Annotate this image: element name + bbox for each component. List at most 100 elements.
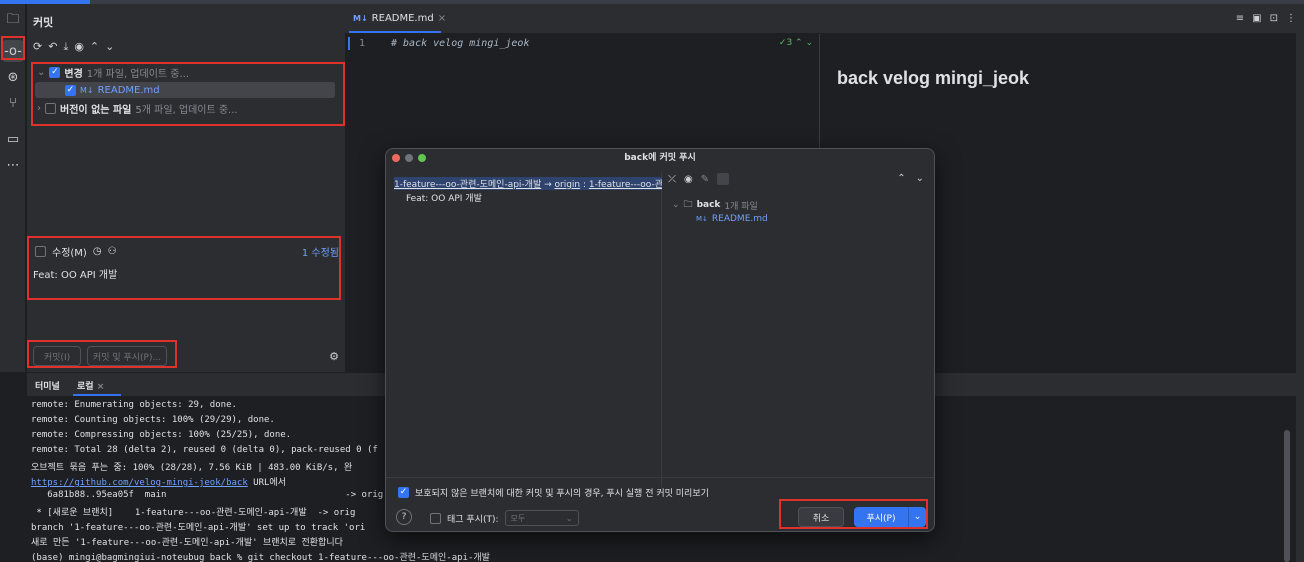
markdown-icon: M↓ [696, 215, 708, 223]
panel-title: 커밋 [33, 16, 54, 29]
tab-underline [349, 31, 441, 33]
expand-icon[interactable]: ⤫ [668, 174, 676, 185]
amend-row: 수정(M) ◷ ⚇ [35, 244, 345, 259]
ai-assistant-icon[interactable]: ⚇ [108, 246, 117, 257]
changes-group[interactable]: ⌄ ✓ 변경 1개 파일, 업데이트 중... [37, 64, 189, 80]
amend-label[interactable]: 수정(M) [52, 244, 87, 259]
gear-icon[interactable]: ⚙ [329, 350, 339, 363]
expand-icon[interactable]: ⌃ [90, 40, 99, 54]
amend-checkbox[interactable] [35, 246, 46, 257]
remote-branch-link[interactable]: 1-feature---oo-관련 [589, 180, 662, 190]
commit-button[interactable]: 커밋(I) [33, 346, 81, 366]
close-icon[interactable]: × [97, 382, 105, 392]
tag-push-label[interactable]: 태그 푸시(T): [447, 512, 499, 525]
chevron-down-icon[interactable]: ⌄ [37, 67, 45, 78]
preview-only-icon[interactable]: ⊡ [1270, 13, 1278, 24]
terminal-line: 6a81b88..95ea05f main -> orig [31, 490, 384, 500]
commit-list: 1-feature---oo-관련-도메인-api-개발 → origin : … [386, 171, 662, 487]
push-dropdown-icon[interactable]: ⌄ [908, 507, 926, 527]
folder-icon[interactable]: 🗀 [2, 10, 24, 32]
markdown-icon: M↓ [80, 85, 94, 95]
commit-message-input[interactable]: Feat: OO API 개발 [33, 266, 117, 281]
repo-node[interactable]: ⌄ 🗀 back 1개 파일 [672, 197, 758, 213]
activity-bar: 🗀 -o- ⊛ ⑂ ▭ ⋯ [0, 4, 26, 372]
collapse-icon[interactable]: ⌄ [105, 40, 114, 54]
commit-push-button[interactable]: 커밋 및 푸시(P)... [87, 346, 167, 366]
push-dialog: back에 커밋 푸시 1-feature---oo-관련-도메인-api-개발… [385, 148, 935, 532]
line-number: 1 [359, 38, 366, 49]
dialog-file-row[interactable]: M↓ README.md [696, 214, 768, 224]
tag-push-value: 모두 [510, 513, 526, 523]
terminal-link-line: https://github.com/velog-mingi-jeok/back… [31, 475, 286, 488]
terminal-prompt: (base) mingi@bagmingiui-noteubug back % … [31, 553, 490, 562]
editor-tabs: M↓ README.md × ≡ ▣ ⊡ ⋮ [345, 4, 1304, 34]
terminal-scrollbar[interactable] [1284, 430, 1290, 562]
unversioned-group[interactable]: › 버전이 없는 파일 5개 파일, 업데이트 중... [37, 100, 238, 116]
repo-meta: 1개 파일 [724, 201, 758, 212]
terminal-line: * [새로운 브랜치] 1-feature---oo-관련-도메인-api-개발… [31, 508, 356, 518]
terminal-line: 오브젝트 묶음 푸는 중: 100% (28/28), 7.56 KiB | 4… [31, 463, 353, 473]
commit-toolbar: ⟳ ↶ ⤓ ◉ ⌃ ⌄ [33, 40, 114, 54]
unversioned-label: 버전이 없는 파일 [60, 104, 132, 116]
preview-option-checkbox[interactable]: ✓ [398, 487, 409, 498]
terminal-line: remote: Compressing objects: 100% (25/25… [31, 430, 292, 440]
tag-push-checkbox[interactable] [430, 512, 441, 524]
tab-local-label: 로컬 [77, 382, 94, 392]
more-vertical-icon[interactable]: ⋮ [1286, 13, 1296, 24]
tab-label: README.md [371, 13, 434, 24]
refresh-icon[interactable]: ⟳ [33, 40, 42, 54]
preview-option-label[interactable]: 보호되지 않은 브랜치에 대한 커밋 및 푸시의 경우, 푸시 실행 전 커밋 … [415, 486, 709, 499]
cancel-button[interactable]: 취소 [798, 507, 844, 527]
changes-checkbox[interactable]: ✓ [49, 66, 61, 78]
tag-push-select[interactable]: 모두 ⌄ [504, 510, 579, 526]
chevron-down-icon[interactable]: ⌄ [672, 200, 680, 210]
code-line[interactable]: # back velog mingi_jeok [391, 38, 529, 49]
structure-icon[interactable]: ▭ [2, 128, 24, 150]
tab-local[interactable]: 로컬 × [77, 379, 104, 392]
expand-all-icon[interactable]: ⌃ [897, 173, 905, 184]
link-suffix: URL에서 [247, 478, 286, 488]
pull-requests-icon[interactable]: ⊛ [2, 66, 24, 88]
editor-only-icon[interactable]: ≡ [1236, 13, 1244, 24]
rollback-icon[interactable]: ↶ [48, 40, 57, 54]
commit-icon[interactable]: -o- [2, 40, 24, 62]
unversioned-meta: 5개 파일, 업데이트 중... [135, 104, 238, 116]
separator: : [580, 180, 589, 190]
push-target-row[interactable]: 1-feature---oo-관련-도메인-api-개발 → origin : … [394, 177, 662, 190]
local-branch: 1-feature---oo-관련-도메인-api-개발 [394, 180, 542, 190]
remote-link[interactable]: origin [555, 180, 581, 190]
file-name: README.md [97, 84, 160, 96]
unversioned-checkbox[interactable] [45, 102, 56, 114]
repo-link[interactable]: https://github.com/velog-mingi-jeok/back [31, 478, 248, 488]
terminal-line: 새로 만든 '1-feature---oo-관련-도메인-api-개발' 브랜치… [31, 538, 343, 548]
tab-readme[interactable]: M↓ README.md × [353, 13, 446, 24]
inspection-widget[interactable]: ✓3 ⌃ ⌄ [779, 38, 813, 48]
shelve-icon[interactable]: ⤓ [63, 40, 68, 54]
collapse-all-icon[interactable]: ⌄ [916, 173, 924, 184]
amend-count: 1 수정됨 [301, 248, 339, 259]
preview-icon[interactable]: ◉ [74, 40, 84, 54]
tab-terminal[interactable]: 터미널 [35, 379, 60, 392]
more-icon[interactable]: ⋯ [2, 154, 24, 176]
branch-icon[interactable]: ⑂ [2, 92, 24, 114]
markdown-icon: M↓ [353, 14, 368, 23]
terminal-line: branch '1-feature---oo-관련-도메인-api-개발' se… [31, 523, 366, 533]
edit-icon[interactable]: ✎ [701, 174, 709, 185]
file-row-readme[interactable]: ✓ M↓ README.md [65, 82, 160, 98]
caret [348, 37, 350, 50]
eye-icon[interactable]: ◉ [684, 174, 693, 185]
dialog-file-name: README.md [711, 214, 768, 224]
file-checkbox[interactable]: ✓ [65, 84, 76, 96]
close-icon[interactable]: × [438, 13, 446, 24]
changes-meta: 1개 파일, 업데이트 중... [86, 68, 190, 80]
dialog-toolbar-right: ⌃ ⌄ [897, 173, 924, 184]
split-view-icon[interactable]: ▣ [1252, 13, 1261, 24]
repo-name: back [696, 200, 721, 210]
commit-item[interactable]: Feat: OO API 개발 [406, 191, 482, 204]
help-button[interactable]: ? [396, 509, 412, 525]
inspection-count: 3 [786, 38, 793, 48]
history-icon[interactable]: ◷ [93, 246, 102, 257]
group-icon[interactable] [717, 173, 730, 185]
chevron-right-icon[interactable]: › [37, 103, 41, 114]
push-button[interactable]: 푸시(P) [854, 507, 908, 527]
